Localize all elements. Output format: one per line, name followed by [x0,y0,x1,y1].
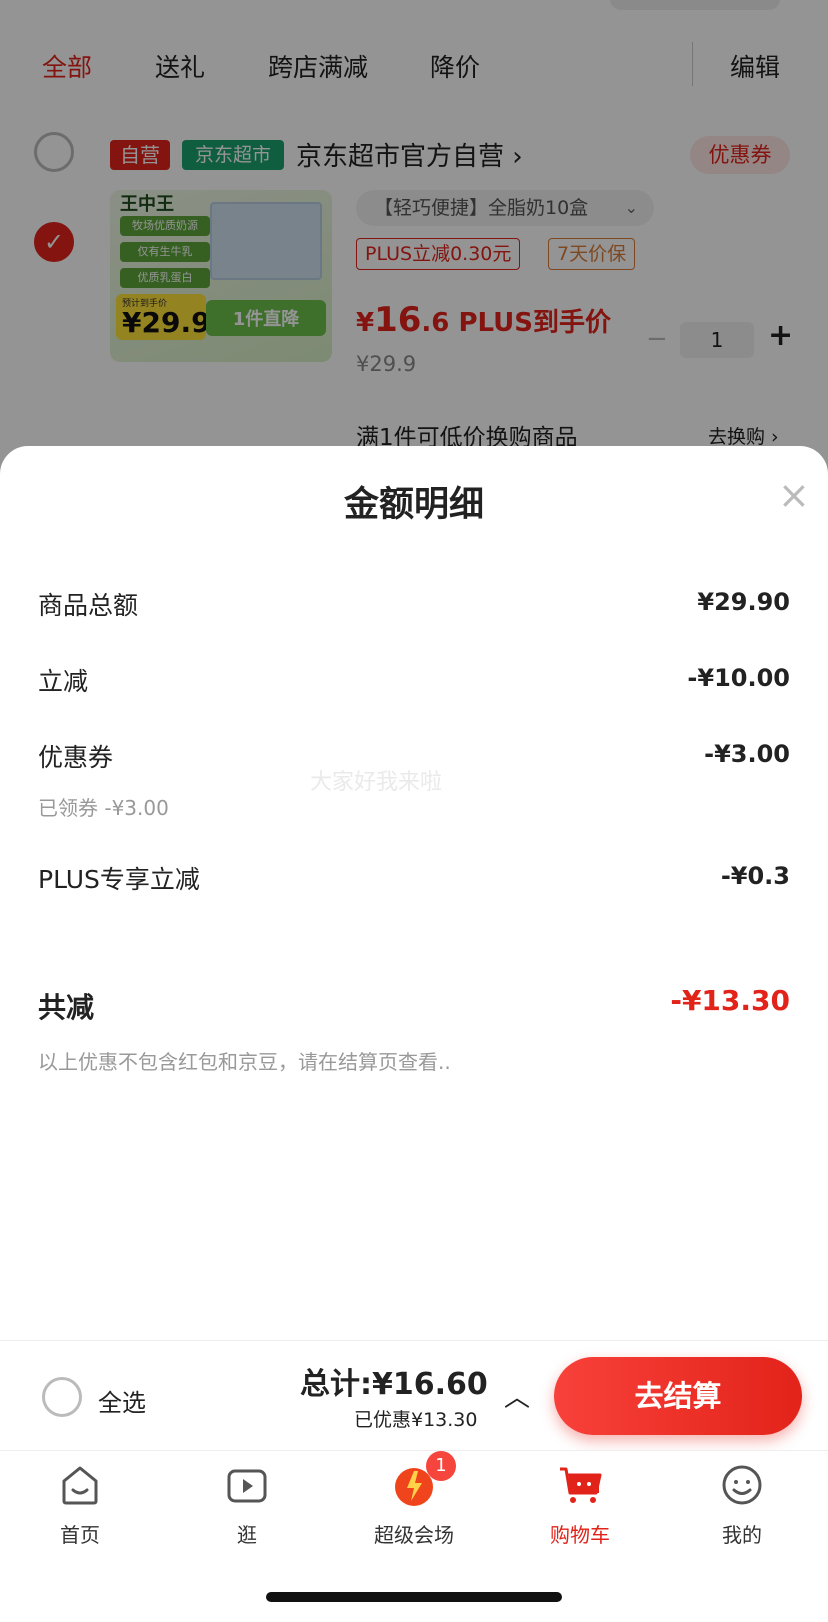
home-indicator [266,1592,562,1602]
notification-badge: 1 [426,1451,456,1481]
tab-profile[interactable]: 我的 [682,1459,802,1559]
tab-label: 我的 [722,1523,762,1547]
cart-icon [560,1467,602,1503]
row-label-plus-discount: PLUS专享立减 [38,865,200,894]
tab-label: 购物车 [550,1523,610,1547]
tab-label: 逛 [237,1523,257,1547]
total-discount-value: -¥13.30 [670,984,790,1017]
home-icon [62,1466,98,1505]
tab-home[interactable]: 首页 [20,1459,140,1559]
checkout-button[interactable]: 去结算 [554,1357,802,1435]
tab-browse[interactable]: 逛 [187,1459,307,1559]
video-icon [227,1469,267,1503]
bottom-tab-bar: 首页 逛 1 超级会场 购物车 我的 [0,1450,828,1570]
discount-note: 以上优惠不包含红包和京豆，请在结算页查看.. [38,1050,451,1074]
select-all-radio[interactable] [42,1377,82,1417]
checkout-bar: 全选 总计:¥16.60 已优惠¥13.30 ︿ 去结算 [0,1340,828,1450]
tab-label: 首页 [60,1523,100,1547]
row-label-goods-total: 商品总额 [38,591,139,620]
row-value-coupon: -¥3.00 [704,740,790,768]
tab-super-venue[interactable]: 1 超级会场 [354,1451,474,1559]
row-value-instant-discount: -¥10.00 [687,664,790,692]
row-label-coupon: 优惠券 [38,743,114,772]
sheet-title: 金额明细 [343,485,484,525]
row-label-instant-discount: 立减 [38,667,89,696]
watermark-text: 大家好我来啦 [310,770,443,795]
row-sub-coupon-claimed: 已领券 -¥3.00 [38,796,169,820]
saved-amount: 已优惠¥13.30 [354,1409,478,1431]
tab-label: 超级会场 [374,1523,454,1547]
row-value-plus-discount: -¥0.3 [720,862,790,890]
close-icon[interactable]: × [778,476,810,514]
total-discount-label: 共减 [38,991,95,1024]
row-value-goods-total: ¥29.90 [697,588,790,616]
profile-icon [722,1465,762,1505]
total-price: 总计:¥16.60 [300,1367,488,1402]
tab-cart[interactable]: 购物车 [520,1459,640,1559]
select-all-label[interactable]: 全选 [98,1383,146,1418]
chevron-up-icon[interactable]: ︿ [504,1377,530,1414]
